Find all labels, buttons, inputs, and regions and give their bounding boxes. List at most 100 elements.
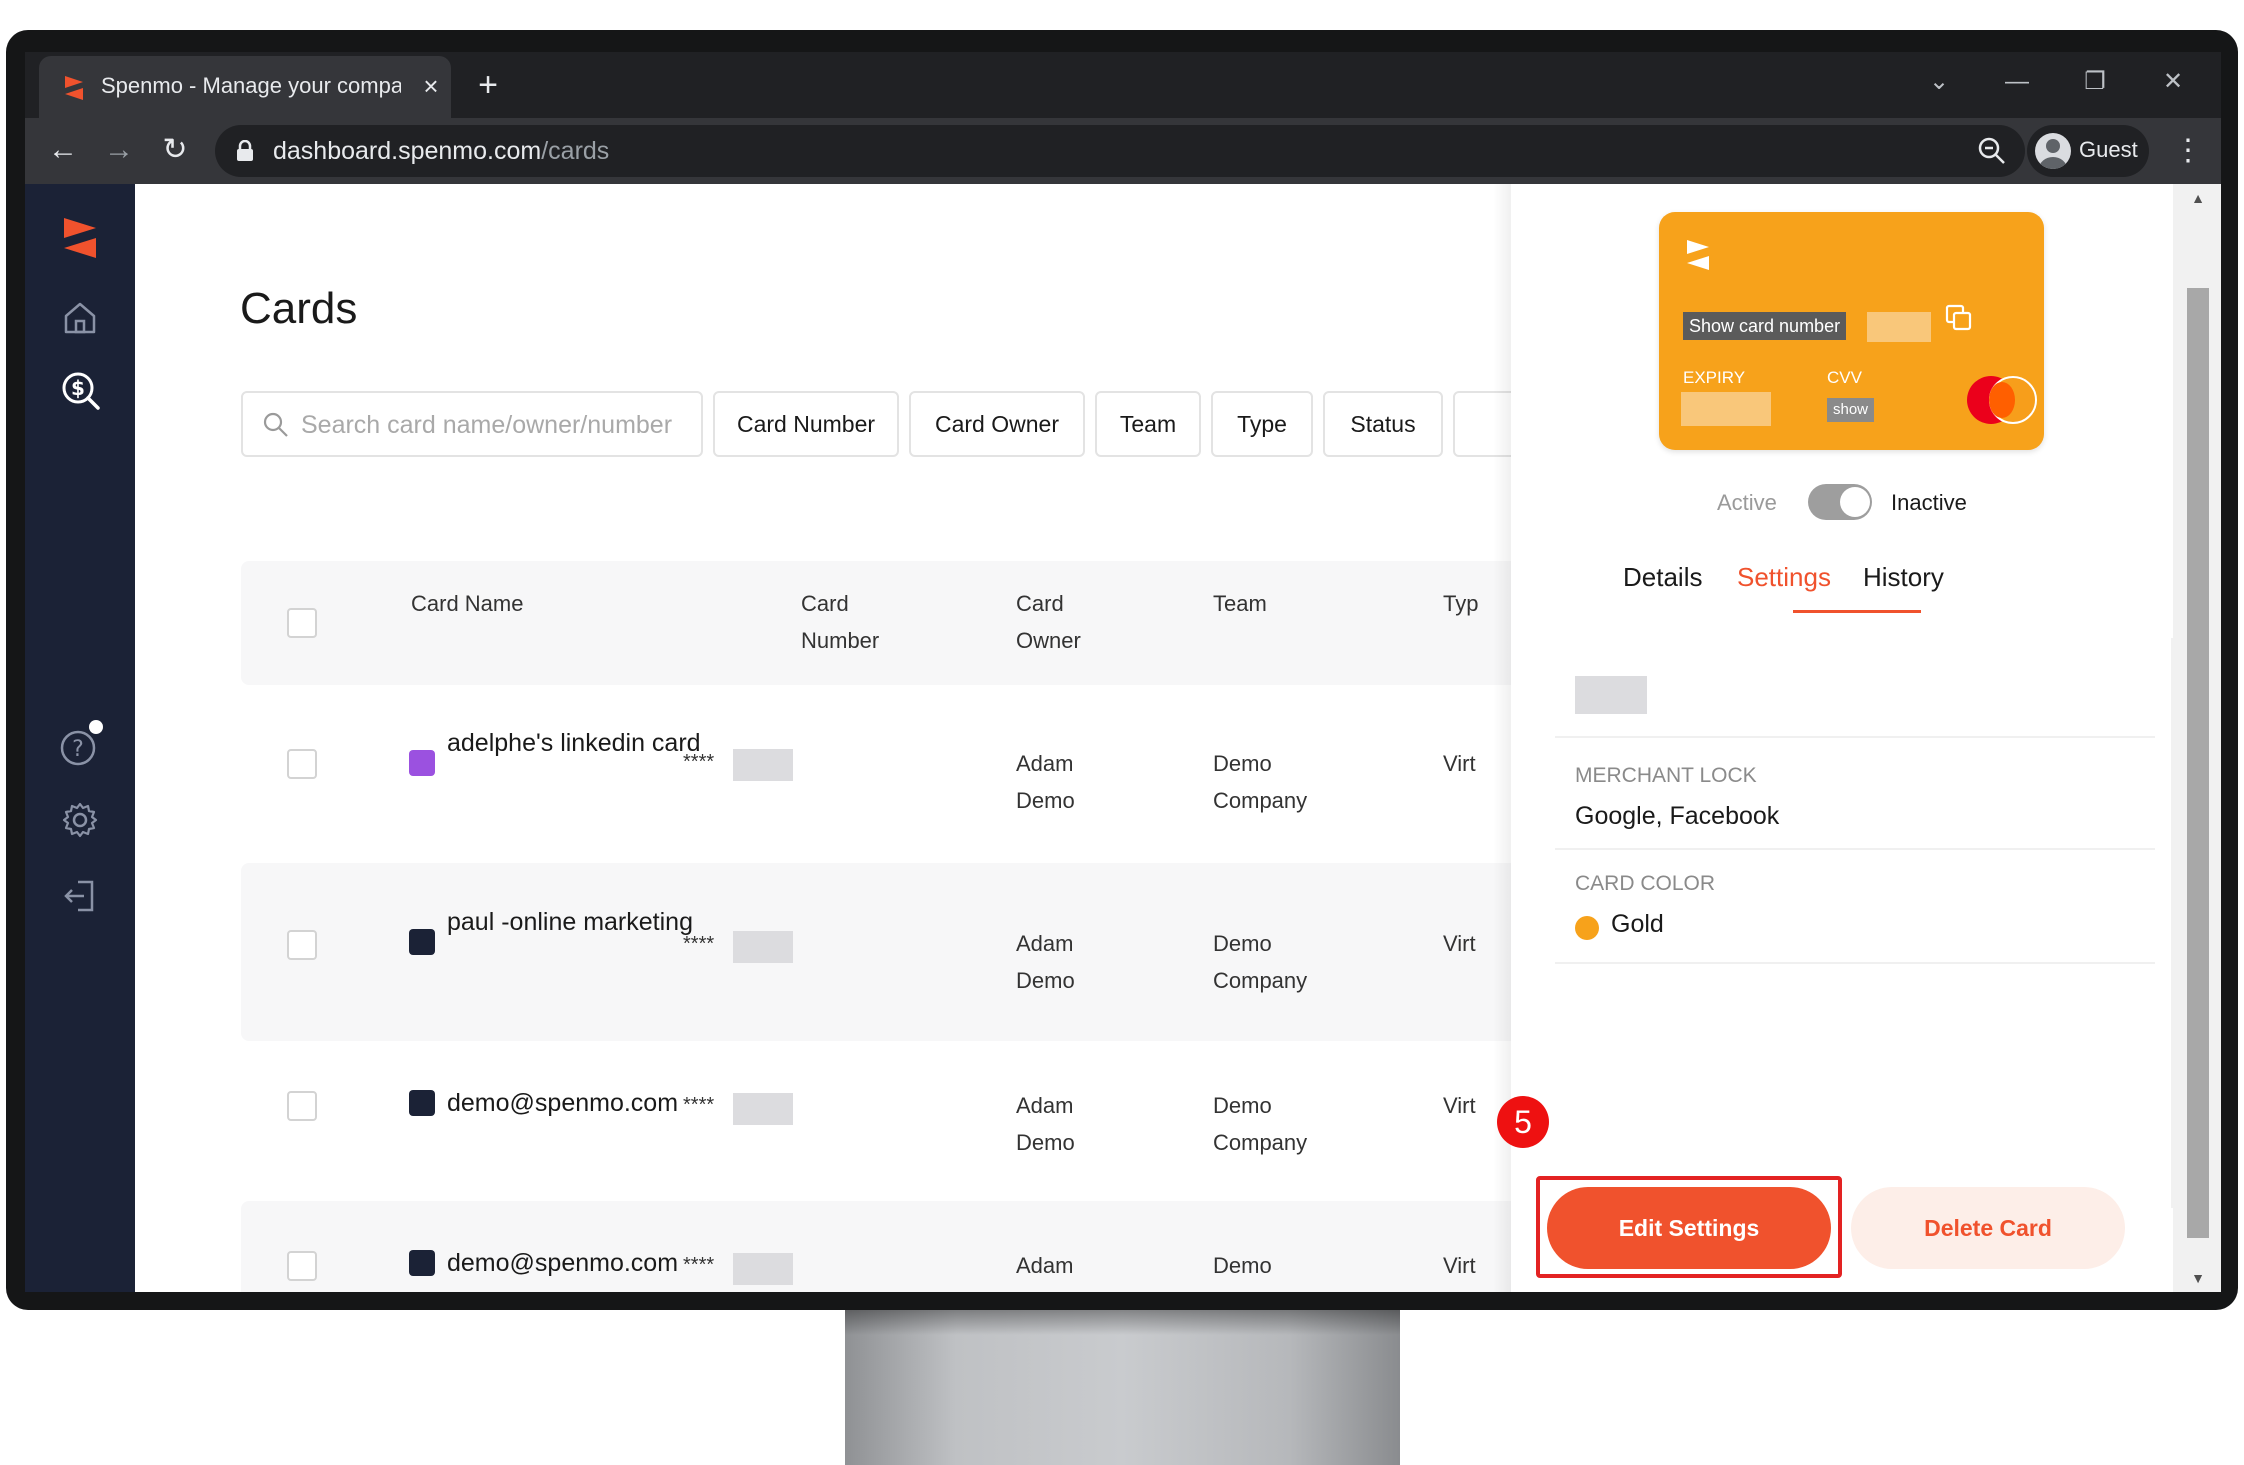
card-owner-line1: Adam bbox=[1016, 751, 1074, 776]
profile-label: Guest bbox=[2079, 137, 2138, 162]
card-number-prefix: **** bbox=[683, 751, 715, 773]
filter-type-button[interactable]: Type bbox=[1211, 391, 1313, 457]
delete-card-button[interactable]: Delete Card bbox=[1851, 1187, 2125, 1269]
merchant-lock-value: Google, Facebook bbox=[1575, 802, 1780, 830]
app: $ ? Cards Search card name/owner/number … bbox=[25, 184, 2221, 1292]
row-checkbox[interactable] bbox=[287, 930, 317, 960]
search-input[interactable] bbox=[301, 405, 691, 445]
filter-card-owner-button[interactable]: Card Owner bbox=[909, 391, 1085, 457]
browser-tab[interactable]: Spenmo - Manage your company × bbox=[39, 56, 451, 118]
spenmo-logo-icon[interactable] bbox=[56, 214, 104, 262]
card-detail-panel: Show card number EXPIRY CVV show Active bbox=[1493, 184, 2221, 1292]
close-window-button[interactable]: ✕ bbox=[2153, 62, 2193, 102]
tab-search-icon[interactable]: ⌄ bbox=[1919, 62, 1959, 102]
card-name: demo@spenmo.com bbox=[447, 1089, 679, 1117]
show-card-number-button[interactable]: Show card number bbox=[1683, 312, 1847, 340]
page-scroll-thumb[interactable] bbox=[2187, 288, 2209, 1238]
logout-icon[interactable] bbox=[56, 872, 104, 920]
row-checkbox[interactable] bbox=[287, 1251, 317, 1281]
screen: Spenmo - Manage your company × + ⌄ — ❐ ✕… bbox=[25, 52, 2221, 1292]
browser-tabbar: Spenmo - Manage your company × + ⌄ — ❐ ✕ bbox=[25, 52, 2221, 118]
filter-team-button[interactable]: Team bbox=[1095, 391, 1201, 457]
header-team: Team bbox=[1213, 591, 1267, 616]
card-name: demo@spenmo.com bbox=[447, 1249, 679, 1277]
browser-menu-icon[interactable]: ⋮ bbox=[2173, 130, 2203, 172]
card-owner-line1: Adam bbox=[1016, 1253, 1074, 1278]
card-color-label: CARD COLOR bbox=[1575, 872, 1716, 895]
dollar-search-icon[interactable]: $ bbox=[56, 366, 104, 414]
toggle-inactive-label: Inactive bbox=[1891, 490, 1967, 515]
address-bar[interactable]: dashboard.spenmo.com/cards bbox=[215, 125, 2025, 177]
toggle-knob bbox=[1840, 487, 1870, 517]
card-number-mask bbox=[733, 749, 793, 781]
card-visual: Show card number EXPIRY CVV show bbox=[1659, 212, 2044, 450]
search-icon bbox=[263, 412, 288, 437]
url-path: /cards bbox=[541, 137, 610, 165]
profile-button[interactable]: Guest bbox=[2027, 125, 2149, 177]
stage: Spenmo - Manage your company × + ⌄ — ❐ ✕… bbox=[0, 0, 2244, 1465]
expiry-mask bbox=[1681, 392, 1771, 426]
restore-button[interactable]: ❐ bbox=[2075, 62, 2115, 102]
help-button[interactable]: ? bbox=[56, 720, 104, 770]
card-status-toggle[interactable] bbox=[1808, 484, 1872, 520]
card-owner-line1: Adam bbox=[1016, 1093, 1074, 1118]
minimize-button[interactable]: — bbox=[1997, 62, 2037, 102]
table-row[interactable]: demo@spenmo.com **** Adam Demo Virt bbox=[241, 1201, 1511, 1292]
team-line2: Company bbox=[1213, 968, 1308, 993]
card-type: Virt bbox=[1443, 931, 1476, 956]
zoom-icon[interactable] bbox=[1975, 134, 2009, 168]
filter-card-number-button[interactable]: Card Number bbox=[713, 391, 899, 457]
tab-settings[interactable]: Settings bbox=[1737, 562, 1831, 593]
copy-icon[interactable] bbox=[1943, 302, 1975, 334]
table-row[interactable]: demo@spenmo.com **** Adam Demo Demo Comp… bbox=[241, 1041, 1511, 1201]
tab-details[interactable]: Details bbox=[1623, 562, 1702, 593]
active-tab-underline bbox=[1793, 610, 1921, 613]
cvv-show-button[interactable]: show bbox=[1827, 398, 1875, 422]
new-tab-button[interactable]: + bbox=[471, 66, 505, 104]
row-checkbox[interactable] bbox=[287, 749, 317, 779]
mastercard-logo-overlap bbox=[1989, 382, 2015, 418]
page-scroll-up-icon[interactable]: ▲ bbox=[2187, 188, 2209, 208]
card-type: Virt bbox=[1443, 1093, 1476, 1118]
page-scroll-down-icon[interactable]: ▼ bbox=[2187, 1268, 2209, 1288]
row-checkbox[interactable] bbox=[287, 1091, 317, 1121]
header-card-number-line2: Number bbox=[801, 628, 880, 653]
team-line1: Demo bbox=[1213, 1093, 1272, 1118]
team-line1: Demo bbox=[1213, 931, 1272, 956]
page-scrollbar[interactable]: ▲ ▼ bbox=[2173, 184, 2221, 1292]
card-owner-line1: Adam bbox=[1016, 931, 1074, 956]
page-title: Cards bbox=[240, 284, 358, 333]
guest-avatar-icon bbox=[2035, 133, 2071, 169]
toggle-active-label: Active bbox=[1717, 490, 1777, 515]
table-row[interactable]: adelphe's linkedin card **** Adam Demo D… bbox=[241, 685, 1511, 863]
step-number-badge: 5 bbox=[1497, 1096, 1549, 1148]
select-all-checkbox[interactable] bbox=[287, 608, 317, 638]
header-card-name: Card Name bbox=[411, 591, 524, 616]
svg-text:$: $ bbox=[71, 376, 85, 400]
home-icon[interactable] bbox=[56, 294, 104, 342]
tab-history[interactable]: History bbox=[1863, 562, 1944, 593]
reload-button[interactable]: ↻ bbox=[155, 130, 195, 170]
card-swatch bbox=[409, 929, 435, 955]
card-color-value: Gold bbox=[1611, 910, 1664, 938]
team-line1: Demo bbox=[1213, 751, 1272, 776]
back-button[interactable]: ← bbox=[43, 130, 83, 170]
header-card-owner-line2: Owner bbox=[1016, 628, 1081, 653]
search-box[interactable] bbox=[241, 391, 703, 457]
gear-icon[interactable] bbox=[56, 796, 104, 844]
tab-close-icon[interactable]: × bbox=[417, 70, 445, 102]
expiry-label: EXPIRY bbox=[1683, 368, 1746, 387]
svg-text:?: ? bbox=[72, 737, 84, 762]
divider bbox=[1555, 736, 2155, 738]
header-card-owner-line1: Card bbox=[1016, 591, 1064, 616]
card-swatch bbox=[409, 1250, 435, 1276]
team-line2: Company bbox=[1213, 788, 1308, 813]
team-line2: Company bbox=[1213, 1130, 1308, 1155]
forward-button[interactable]: → bbox=[99, 130, 139, 170]
table-row[interactable]: paul -online marketing **** Adam Demo De… bbox=[241, 863, 1511, 1041]
spenmo-card-logo-icon bbox=[1687, 240, 1709, 270]
filter-status-button[interactable]: Status bbox=[1323, 391, 1443, 457]
cvv-label: CVV bbox=[1827, 368, 1862, 387]
card-number-mask bbox=[733, 931, 793, 963]
header-card-number-line1: Card bbox=[801, 591, 849, 616]
